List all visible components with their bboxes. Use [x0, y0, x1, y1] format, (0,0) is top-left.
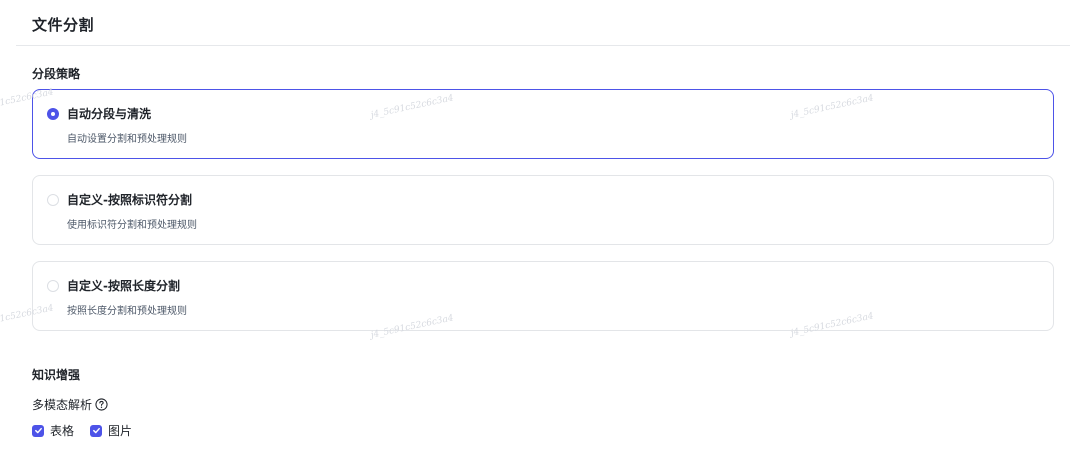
radio-custom-by-length[interactable] [47, 280, 59, 292]
file-split-page: 文件分割 分段策略 自动分段与清洗 自动设置分割和预处理规则 自定义-按照标识符… [0, 0, 1080, 463]
checkbox-label: 图片 [108, 424, 133, 438]
checkbox-table[interactable]: 表格 [32, 422, 74, 439]
option-title: 自定义-按照标识符分割 [67, 193, 192, 207]
radio-custom-by-separator[interactable] [47, 194, 59, 206]
option-custom-by-separator[interactable]: 自定义-按照标识符分割 使用标识符分割和预处理规则 [32, 175, 1054, 245]
question-circle-icon[interactable] [95, 398, 108, 411]
checkbox-label: 表格 [50, 424, 75, 438]
multimodal-parse-label: 多模态解析 [32, 398, 93, 412]
radio-auto-segment-clean[interactable] [47, 108, 59, 120]
option-auto-segment-clean[interactable]: 自动分段与清洗 自动设置分割和预处理规则 [32, 89, 1054, 159]
option-title: 自定义-按照长度分割 [67, 279, 180, 293]
checkbox-image[interactable]: 图片 [90, 422, 132, 439]
multimodal-checkbox-group: 表格 图片 [32, 422, 148, 439]
checkbox-checked-icon[interactable] [32, 424, 44, 437]
multimodal-parse-row: 多模态解析 [32, 396, 108, 413]
segmentation-strategy-title: 分段策略 [32, 67, 81, 81]
option-description: 使用标识符分割和预处理规则 [67, 220, 197, 231]
page-title: 文件分割 [32, 16, 95, 34]
option-description: 按照长度分割和预处理规则 [67, 306, 187, 317]
checkbox-checked-icon[interactable] [90, 424, 103, 437]
knowledge-enhancement-title: 知识增强 [32, 368, 81, 382]
option-title: 自动分段与清洗 [67, 107, 152, 121]
option-custom-by-length[interactable]: 自定义-按照长度分割 按照长度分割和预处理规则 [32, 261, 1054, 331]
header-divider [16, 45, 1070, 46]
option-description: 自动设置分割和预处理规则 [67, 134, 187, 145]
